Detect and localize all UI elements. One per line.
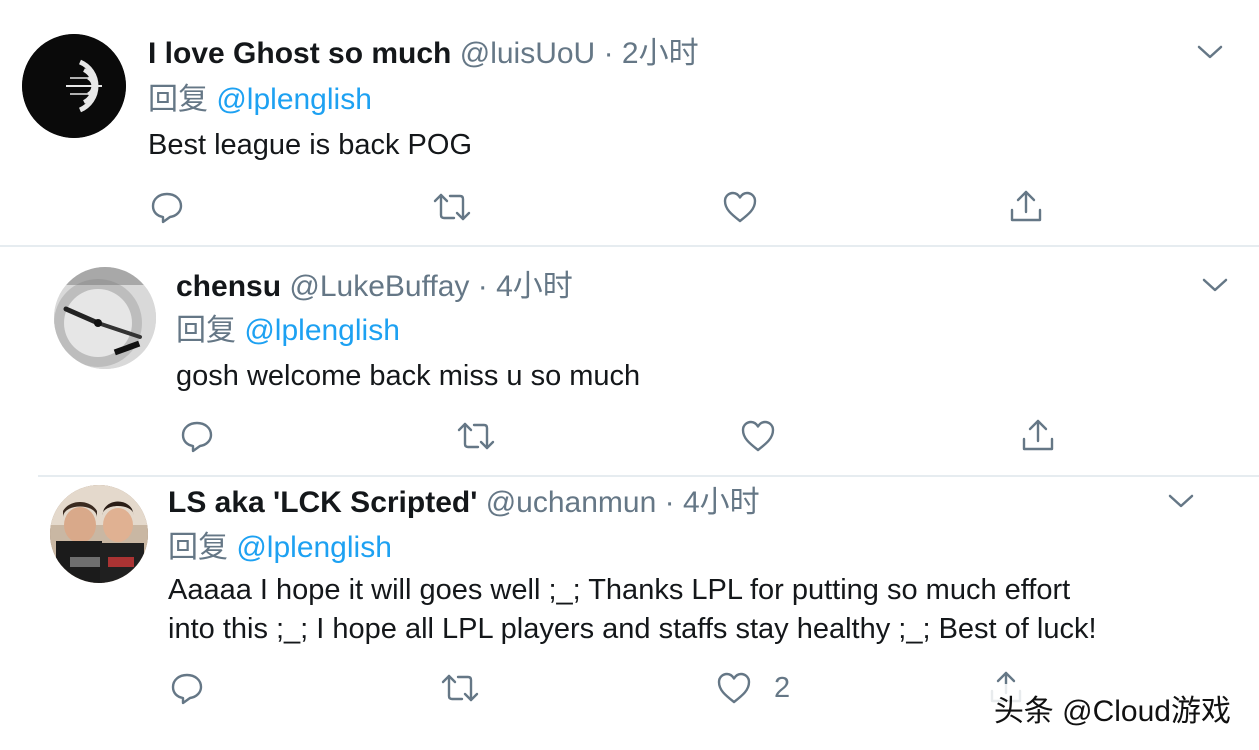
user-handle[interactable]: @LukeBuffay: [289, 270, 469, 303]
tweet-header: I love Ghost so much @luisUoU · 2小时: [148, 36, 699, 72]
display-name[interactable]: I love Ghost so much: [148, 37, 451, 70]
avatar[interactable]: [22, 34, 126, 138]
timestamp[interactable]: 4小时: [683, 486, 760, 519]
tweet-1[interactable]: I love Ghost so much @luisUoU · 2小时 回复 @…: [0, 0, 1259, 245]
mention-link[interactable]: @lplenglish: [236, 531, 392, 564]
reply-icon: [151, 192, 183, 224]
tweet-header: LS aka 'LCK Scripted' @uchanmun · 4小时: [168, 485, 760, 521]
separator-dot: ·: [603, 37, 614, 70]
tweet-text: gosh welcome back miss u so much: [176, 360, 641, 392]
separator-dot: ·: [664, 486, 675, 519]
avatar-clock-image: [54, 267, 156, 369]
user-handle[interactable]: @uchanmun: [486, 486, 657, 519]
retweet-button[interactable]: [456, 419, 496, 453]
mention-link[interactable]: @lplenglish: [244, 314, 400, 347]
share-button[interactable]: [1008, 188, 1044, 224]
tweet-2[interactable]: chensu @LukeBuffay · 4小时 回复 @lplenglish …: [0, 247, 1259, 475]
tweet-text: Best league is back POG: [148, 129, 472, 161]
avatar-photo-image: [50, 485, 148, 583]
avatar-logo: [22, 34, 126, 138]
reply-prefix: 回复: [176, 314, 236, 347]
share-button[interactable]: [1020, 417, 1056, 453]
tweet-text: Aaaaa I hope it will goes well ;_; Thank…: [168, 571, 1228, 649]
tweet-text-line: into this ;_; I hope all LPL players and…: [168, 613, 1097, 645]
reply-icon: [171, 673, 203, 705]
chevron-down-icon[interactable]: [1201, 275, 1229, 295]
reply-button[interactable]: [180, 419, 214, 453]
like-button[interactable]: [740, 419, 798, 453]
chevron-down-icon[interactable]: [1167, 491, 1195, 511]
timestamp[interactable]: 4小时: [496, 270, 573, 303]
heart-icon: [741, 420, 775, 452]
mention-link[interactable]: @lplenglish: [216, 83, 372, 116]
avatar[interactable]: [50, 485, 148, 583]
reply-context: 回复 @lplenglish: [148, 82, 372, 118]
like-button[interactable]: 2: [716, 671, 790, 705]
display-name[interactable]: LS aka 'LCK Scripted': [168, 486, 477, 519]
heart-icon: [723, 191, 757, 223]
chevron-down-icon[interactable]: [1196, 42, 1224, 62]
retweet-icon: [433, 193, 471, 221]
reply-button[interactable]: [170, 671, 204, 705]
watermark: 头条 @Cloud游戏: [987, 684, 1237, 732]
retweet-button[interactable]: [440, 671, 480, 705]
reply-prefix: 回复: [148, 83, 208, 116]
share-icon: [1010, 190, 1042, 222]
timestamp[interactable]: 2小时: [622, 37, 699, 70]
reply-button[interactable]: [150, 190, 184, 224]
reply-icon: [181, 421, 213, 453]
avatar[interactable]: [54, 267, 156, 369]
share-icon: [1022, 419, 1054, 451]
tweet-text-line: Aaaaa I hope it will goes well ;_; Thank…: [168, 574, 1071, 606]
tweet-header: chensu @LukeBuffay · 4小时: [176, 269, 573, 305]
display-name[interactable]: chensu: [176, 270, 281, 303]
retweet-icon: [457, 422, 495, 450]
like-count: 2: [774, 671, 791, 704]
like-button[interactable]: [722, 190, 780, 224]
retweet-icon: [441, 674, 479, 702]
heart-icon: [717, 672, 751, 704]
reply-context: 回复 @lplenglish: [168, 530, 392, 566]
reply-context: 回复 @lplenglish: [176, 313, 400, 349]
reply-prefix: 回复: [168, 531, 228, 564]
retweet-button[interactable]: [432, 190, 472, 224]
separator-dot: ·: [477, 270, 488, 303]
user-handle[interactable]: @luisUoU: [460, 37, 595, 70]
